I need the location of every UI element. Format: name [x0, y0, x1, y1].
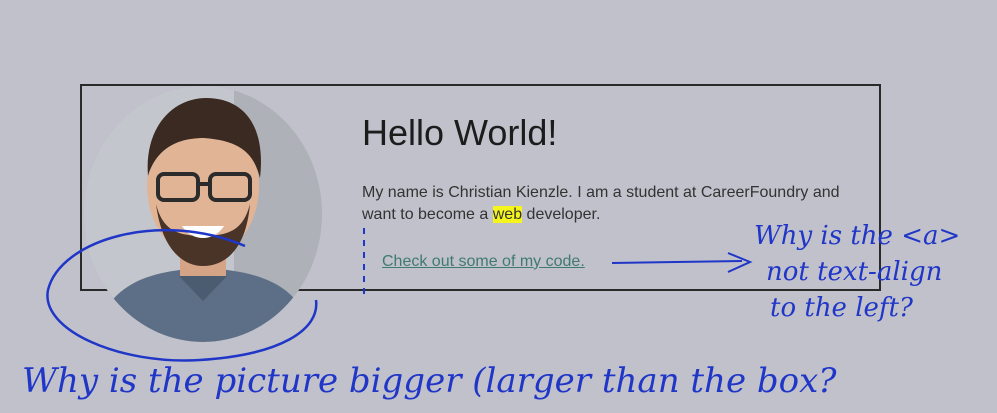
bio-text-start: My name is Christian Kienzle. I am a stu… [362, 184, 840, 223]
person-photo-illustration [84, 86, 322, 342]
bio-paragraph: My name is Christian Kienzle. I am a stu… [362, 182, 874, 226]
note-right-line3: to the left? [770, 293, 914, 323]
code-link[interactable]: Check out some of my code. [382, 253, 585, 271]
page-heading: Hello World! [362, 112, 558, 153]
note-bottom: Why is the picture bigger (larger than t… [22, 361, 837, 401]
profile-photo [84, 86, 322, 342]
highlighted-word: web [492, 206, 523, 223]
bio-text-end: developer. [522, 206, 601, 223]
